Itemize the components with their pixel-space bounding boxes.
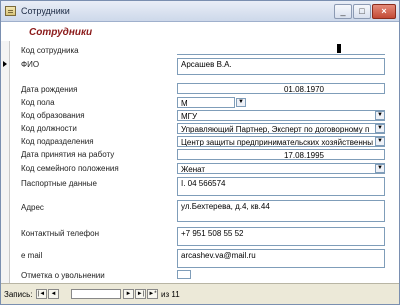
- form-heading: Сотрудники: [29, 27, 93, 38]
- label-phone: Контактный телефон: [21, 229, 99, 238]
- current-record-arrow-icon: [3, 61, 7, 67]
- label-passport: Паспортные данные: [21, 179, 97, 188]
- gender-combo[interactable]: М: [177, 97, 235, 108]
- form-icon: [5, 6, 16, 16]
- phone-field[interactable]: +7 951 508 55 52: [177, 227, 385, 246]
- education-combo[interactable]: МГУ: [177, 110, 385, 121]
- maximize-button[interactable]: □: [353, 4, 371, 19]
- record-number-input[interactable]: [71, 289, 121, 299]
- label-dismissal-mark: Отметка о увольнении: [21, 271, 105, 280]
- previous-record-button[interactable]: ◄: [48, 289, 59, 299]
- passport-field[interactable]: I. 04 566574: [177, 177, 385, 196]
- first-record-button[interactable]: |◄: [36, 289, 47, 299]
- label-birth-date: Дата рождения: [21, 85, 78, 94]
- minimize-button[interactable]: _: [334, 4, 352, 19]
- employees-form-window: Сотрудники _ □ × Сотрудники Код сотрудни…: [0, 0, 400, 305]
- gender-dropdown-icon[interactable]: ▼: [236, 98, 246, 107]
- record-count: из 11: [161, 290, 180, 299]
- position-dropdown-icon[interactable]: ▼: [375, 124, 385, 133]
- last-record-button[interactable]: ►|: [135, 289, 146, 299]
- form-body: Сотрудники Код сотрудника ФИО Арсашев В.…: [1, 23, 399, 291]
- label-education: Код образования: [21, 111, 85, 120]
- record-selector[interactable]: [1, 41, 10, 291]
- record-navigation-bar: Запись: |◄ ◄ ► ►| ►* из 11: [1, 283, 399, 304]
- dismissal-checkbox[interactable]: [177, 270, 191, 279]
- close-button[interactable]: ×: [372, 4, 396, 19]
- label-position: Код должности: [21, 124, 77, 133]
- birth-date-field[interactable]: 01.08.1970: [177, 83, 385, 94]
- window-title: Сотрудники: [21, 6, 70, 16]
- label-address: Адрес: [21, 203, 44, 212]
- label-email: e mail: [21, 251, 43, 260]
- position-combo[interactable]: Управляющий Партнер, Эксперт по договорн…: [177, 123, 385, 134]
- label-hire-date: Дата принятия на работу: [21, 150, 115, 159]
- record-label: Запись:: [4, 290, 33, 299]
- form-header: Сотрудники: [1, 23, 399, 45]
- text-cursor: [337, 44, 341, 53]
- title-bar: Сотрудники _ □ ×: [1, 1, 399, 22]
- label-full-name: ФИО: [21, 60, 40, 69]
- full-name-field[interactable]: Арсашев В.А.: [177, 58, 385, 75]
- hire-date-field[interactable]: 17.08.1995: [177, 149, 385, 160]
- department-combo[interactable]: Центр защиты предпринимательских хозяйст…: [177, 136, 385, 147]
- department-dropdown-icon[interactable]: ▼: [375, 137, 385, 146]
- email-field[interactable]: arcashev.va@mail.ru: [177, 249, 385, 268]
- label-gender: Код пола: [21, 98, 55, 107]
- marital-status-combo[interactable]: Женат: [177, 163, 385, 174]
- marital-status-dropdown-icon[interactable]: ▼: [375, 164, 385, 173]
- next-record-button[interactable]: ►: [123, 289, 134, 299]
- education-dropdown-icon[interactable]: ▼: [375, 111, 385, 120]
- label-employee-id: Код сотрудника: [21, 46, 79, 55]
- label-marital-status: Код семейного положения: [21, 164, 119, 173]
- address-field[interactable]: ул.Бехтерева, д.4, кв.44: [177, 200, 385, 222]
- employee-id-field[interactable]: [177, 54, 385, 55]
- new-record-button[interactable]: ►*: [147, 289, 158, 299]
- label-department: Код подразделения: [21, 137, 94, 146]
